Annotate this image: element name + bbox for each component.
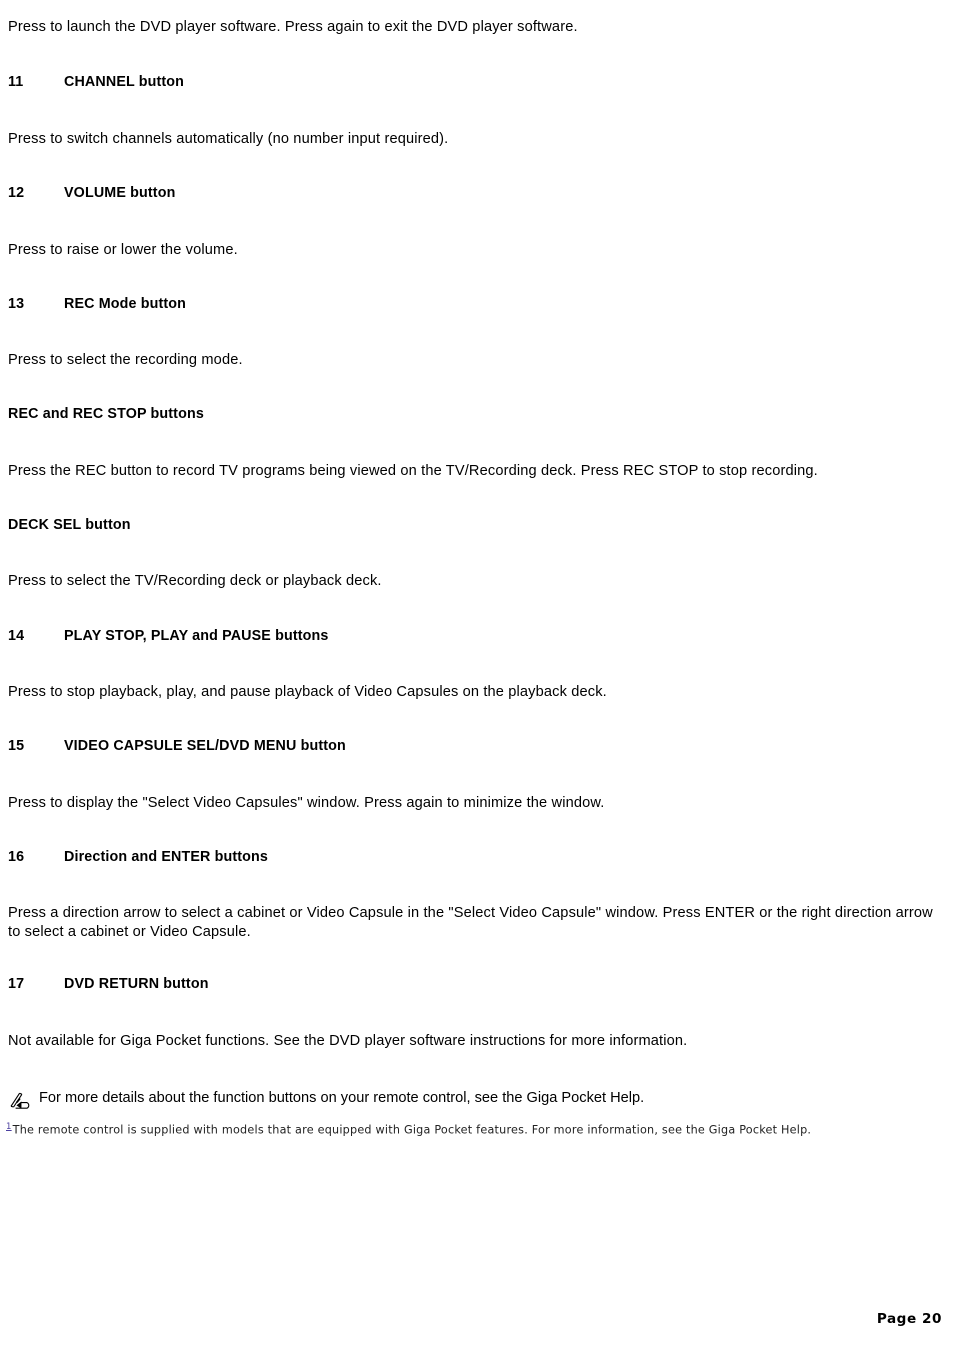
section-title-16: Direction and ENTER buttons xyxy=(64,849,269,865)
section-heading-16: 16 Direction and ENTER buttons xyxy=(8,849,948,865)
section-title-12: VOLUME button xyxy=(64,185,176,201)
section-number-16: 16 xyxy=(8,849,25,865)
section-heading-rec-stop: REC and REC STOP buttons xyxy=(8,406,948,422)
section-body-15: Press to display the "Select Video Capsu… xyxy=(8,795,605,811)
section-body-11: Press to switch channels automatically (… xyxy=(8,131,449,147)
section-heading-12: 12 VOLUME button xyxy=(8,185,948,201)
section-number-17: 17 xyxy=(8,976,25,992)
note-pencil-icon xyxy=(8,1090,32,1110)
section-number-15: 15 xyxy=(8,738,25,754)
section-body-17: Not available for Giga Pocket functions.… xyxy=(8,1033,688,1049)
section-body-12: Press to raise or lower the volume. xyxy=(8,242,238,258)
section-title-11: CHANNEL button xyxy=(64,74,185,90)
section-body-rec-stop: Press the REC button to record TV progra… xyxy=(8,463,818,479)
section-heading-14: 14 PLAY STOP, PLAY and PAUSE buttons xyxy=(8,628,948,644)
section-heading-11: 11 CHANNEL button xyxy=(8,74,948,90)
section-heading-deck-sel: DECK SEL button xyxy=(8,517,948,533)
note-callout: For more details about the function butt… xyxy=(8,1089,644,1109)
section-title-deck-sel: DECK SEL button xyxy=(8,517,131,533)
note-text: For more details about the function butt… xyxy=(39,1090,645,1106)
section-title-14: PLAY STOP, PLAY and PAUSE buttons xyxy=(64,628,329,644)
document-page: Press to launch the DVD player software.… xyxy=(0,0,954,1351)
section-heading-15: 15 VIDEO CAPSULE SEL/DVD MENU button xyxy=(8,738,948,754)
footnote: 1The remote control is supplied with mod… xyxy=(6,1122,936,1138)
section-title-15: VIDEO CAPSULE SEL/DVD MENU button xyxy=(64,738,346,754)
section-title-rec-stop: REC and REC STOP buttons xyxy=(8,406,204,422)
section-number-13: 13 xyxy=(8,296,25,312)
section-body-deck-sel: Press to select the TV/Recording deck or… xyxy=(8,573,382,589)
section-body-13: Press to select the recording mode. xyxy=(8,352,243,368)
section-title-17: DVD RETURN button xyxy=(64,976,209,992)
intro-paragraph: Press to launch the DVD player software.… xyxy=(8,19,578,35)
section-heading-17: 17 DVD RETURN button xyxy=(8,976,948,992)
section-number-11: 11 xyxy=(8,74,24,90)
section-title-13: REC Mode button xyxy=(64,296,187,312)
page-number-footer: Page 20 xyxy=(876,1311,942,1327)
section-body-14: Press to stop playback, play, and pause … xyxy=(8,684,607,700)
section-body-16: Press a direction arrow to select a cabi… xyxy=(8,905,933,941)
section-number-12: 12 xyxy=(8,185,25,201)
footnote-text: The remote control is supplied with mode… xyxy=(12,1123,812,1137)
footnote-marker[interactable]: 1 xyxy=(6,1122,12,1132)
section-heading-13: 13 REC Mode button xyxy=(8,296,948,312)
section-number-14: 14 xyxy=(8,628,25,644)
